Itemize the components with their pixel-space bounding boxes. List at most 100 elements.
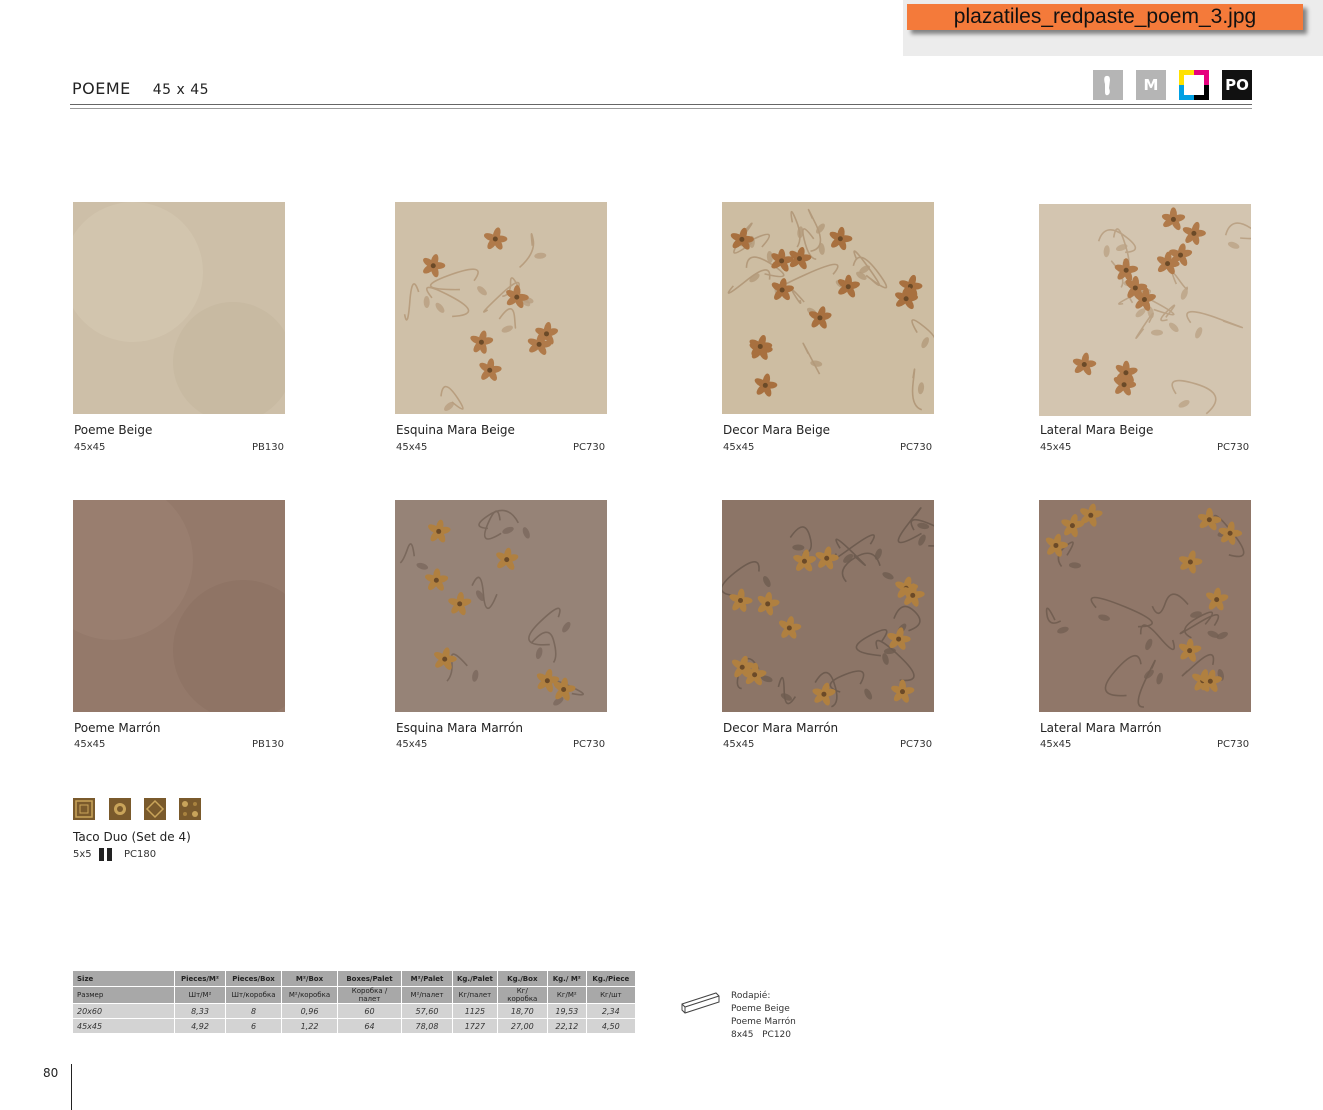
table-cell: 57,60 bbox=[401, 1003, 453, 1019]
table-row: 45x45 4,92 6 1,22 64 78,08 1727 27,00 22… bbox=[72, 1018, 636, 1034]
skirting-icon bbox=[680, 990, 722, 1020]
table-subheader: Кг/шт bbox=[585, 986, 636, 1004]
spec-table: Size Pieces/M² Pieces/Box M²/Box Boxes/P… bbox=[72, 970, 636, 1034]
table-subheader: Размер bbox=[72, 986, 175, 1004]
product-code: PB130 bbox=[252, 442, 284, 453]
page-title: POEME 45 x 45 bbox=[72, 79, 209, 98]
tile-esquina-mara-marron bbox=[395, 500, 607, 712]
table-cell: 60 bbox=[337, 1003, 402, 1019]
table-cell: 0,96 bbox=[281, 1003, 338, 1019]
header-rule-thin bbox=[70, 108, 1252, 109]
table-cell: 18,70 bbox=[496, 1003, 548, 1019]
product-size: 45x45 bbox=[74, 442, 106, 453]
table-subheader: Кг/палет bbox=[452, 986, 498, 1004]
table-cell: 45x45 bbox=[72, 1018, 175, 1034]
table-subheader: Коробка / палет bbox=[337, 986, 402, 1004]
table-cell: 4,50 bbox=[585, 1018, 636, 1034]
rodapie-item: Poeme Beige bbox=[731, 1004, 790, 1014]
product-size: 45x45 bbox=[723, 739, 755, 750]
page-number: 80 bbox=[43, 1066, 59, 1080]
tile-decor-mara-beige bbox=[722, 202, 934, 414]
tile-poeme-marron bbox=[73, 500, 285, 712]
product-code: PC730 bbox=[900, 442, 933, 453]
table-subheader: Кг/M² bbox=[546, 986, 587, 1004]
rodapie-item: Poeme Marrón bbox=[731, 1017, 796, 1027]
table-subheader: Кг/коробка bbox=[496, 986, 548, 1004]
taco-name: Taco Duo (Set de 4) bbox=[73, 830, 191, 844]
tile-esquina-mara-beige bbox=[395, 202, 607, 414]
taco-swatch bbox=[179, 798, 201, 820]
table-header: Pieces/M² bbox=[174, 970, 226, 987]
product-name: Esquina Mara Beige bbox=[396, 423, 515, 437]
table-cell: 6 bbox=[225, 1018, 282, 1034]
taco-swatch bbox=[109, 798, 131, 820]
header-rule bbox=[70, 104, 1252, 105]
product-name: Decor Mara Marrón bbox=[723, 721, 839, 735]
rodapie-title: Rodapié: bbox=[731, 991, 771, 1001]
table-subheader: Шт/коробка bbox=[225, 986, 282, 1004]
table-cell: 22,12 bbox=[546, 1018, 587, 1034]
taco-bar-icon bbox=[99, 848, 104, 861]
rodapie-code: PC120 bbox=[762, 1030, 791, 1040]
product-size: 45x45 bbox=[1040, 739, 1072, 750]
product-code: PC730 bbox=[573, 739, 606, 750]
product-size: 45x45 bbox=[74, 739, 106, 750]
table-cell: 64 bbox=[337, 1018, 402, 1034]
product-size: 45x45 bbox=[723, 442, 755, 453]
tile-lateral-mara-marron bbox=[1039, 500, 1251, 712]
table-cell: 2,34 bbox=[585, 1003, 636, 1019]
table-header: Kg./Box bbox=[496, 970, 548, 987]
product-name: Poeme Marrón bbox=[74, 721, 161, 735]
m-icon: M bbox=[1136, 70, 1166, 100]
table-header: Pieces/Box bbox=[225, 970, 282, 987]
table-cell: 78,08 bbox=[401, 1018, 453, 1034]
table-cell: 8,33 bbox=[174, 1003, 226, 1019]
taco-size: 5x5 bbox=[73, 849, 92, 860]
table-header: M²/Box bbox=[281, 970, 338, 987]
product-name: Lateral Mara Marrón bbox=[1040, 721, 1162, 735]
product-name: Decor Mara Beige bbox=[723, 423, 831, 437]
product-code: PC730 bbox=[1217, 739, 1250, 750]
product-code: PC730 bbox=[900, 739, 933, 750]
taco-swatch bbox=[144, 798, 166, 820]
table-cell: 20x60 bbox=[72, 1003, 175, 1019]
table-cell: 8 bbox=[225, 1003, 282, 1019]
taco-code: PC180 bbox=[124, 849, 157, 860]
product-name: Lateral Mara Beige bbox=[1040, 423, 1154, 437]
taco-swatch bbox=[73, 798, 95, 820]
color-variation-icon bbox=[1179, 70, 1209, 100]
table-cell: 1,22 bbox=[281, 1018, 338, 1034]
page-number-rule bbox=[71, 1064, 72, 1110]
series-name: POEME bbox=[72, 79, 131, 98]
table-cell: 27,00 bbox=[496, 1018, 548, 1034]
table-cell: 1727 bbox=[452, 1018, 498, 1034]
product-code: PC730 bbox=[1217, 442, 1250, 453]
table-cell: 1125 bbox=[452, 1003, 498, 1019]
table-subheader: M²/палет bbox=[401, 986, 453, 1004]
product-name: Esquina Mara Marrón bbox=[396, 721, 524, 735]
table-header: Kg./ M² bbox=[546, 970, 587, 987]
filename-banner: plazatiles_redpaste_poem_3.jpg bbox=[907, 4, 1303, 30]
po-icon: PO bbox=[1222, 70, 1252, 100]
product-size: 45x45 bbox=[396, 739, 428, 750]
table-subheader: M²/коробка bbox=[281, 986, 338, 1004]
table-cell: 4,92 bbox=[174, 1018, 226, 1034]
series-size: 45 x 45 bbox=[152, 82, 210, 98]
rodapie-block: Rodapié: Poeme Beige Poeme Marrón 8x45 P… bbox=[731, 990, 796, 1042]
table-header: Size bbox=[72, 970, 175, 987]
tile-lateral-mara-beige bbox=[1039, 204, 1251, 416]
product-name: Poeme Beige bbox=[74, 423, 153, 437]
rodapie-size: 8x45 bbox=[731, 1030, 754, 1040]
product-size: 45x45 bbox=[396, 442, 428, 453]
table-row: 20x60 8,33 8 0,96 60 57,60 1125 18,70 19… bbox=[72, 1003, 636, 1019]
product-size: 45x45 bbox=[1040, 442, 1072, 453]
tile-decor-mara-marron bbox=[722, 500, 934, 712]
table-header: Kg./Palet bbox=[452, 970, 498, 987]
table-header: Boxes/Palet bbox=[337, 970, 402, 987]
table-subheader: Шт/M² bbox=[174, 986, 226, 1004]
table-header: M²/Palet bbox=[401, 970, 453, 987]
product-code: PB130 bbox=[252, 739, 284, 750]
product-code: PC730 bbox=[573, 442, 606, 453]
table-cell: 19,53 bbox=[546, 1003, 587, 1019]
foot-icon bbox=[1093, 70, 1123, 100]
